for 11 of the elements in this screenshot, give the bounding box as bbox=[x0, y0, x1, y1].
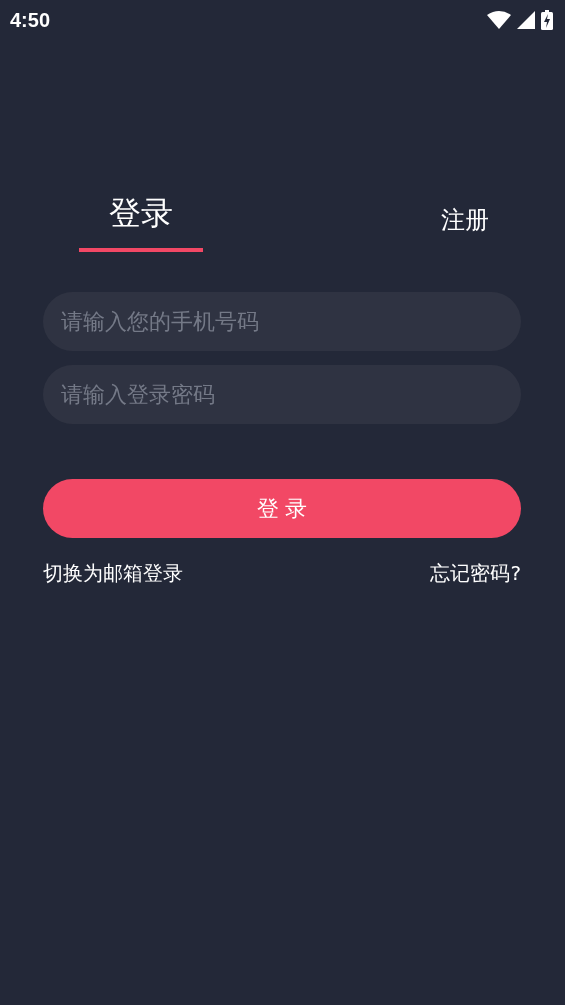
tab[interactable]: 登录 bbox=[79, 192, 203, 252]
wifi-icon bbox=[487, 11, 511, 29]
input-field[interactable]: 请输入您的手机号码 bbox=[43, 292, 521, 351]
input-field[interactable]: 请输入登录密码 bbox=[43, 365, 521, 424]
battery-icon bbox=[541, 10, 553, 30]
login-button[interactable]: 登 录 bbox=[43, 479, 521, 538]
signal-icon bbox=[517, 11, 535, 29]
forgot-password-link[interactable]: 忘记密码? bbox=[430, 560, 521, 587]
status-time: 4:50 bbox=[10, 8, 51, 32]
tab[interactable]: 注册 bbox=[427, 204, 503, 252]
switch-login-link[interactable]: 切换为邮箱登录 bbox=[43, 560, 183, 587]
